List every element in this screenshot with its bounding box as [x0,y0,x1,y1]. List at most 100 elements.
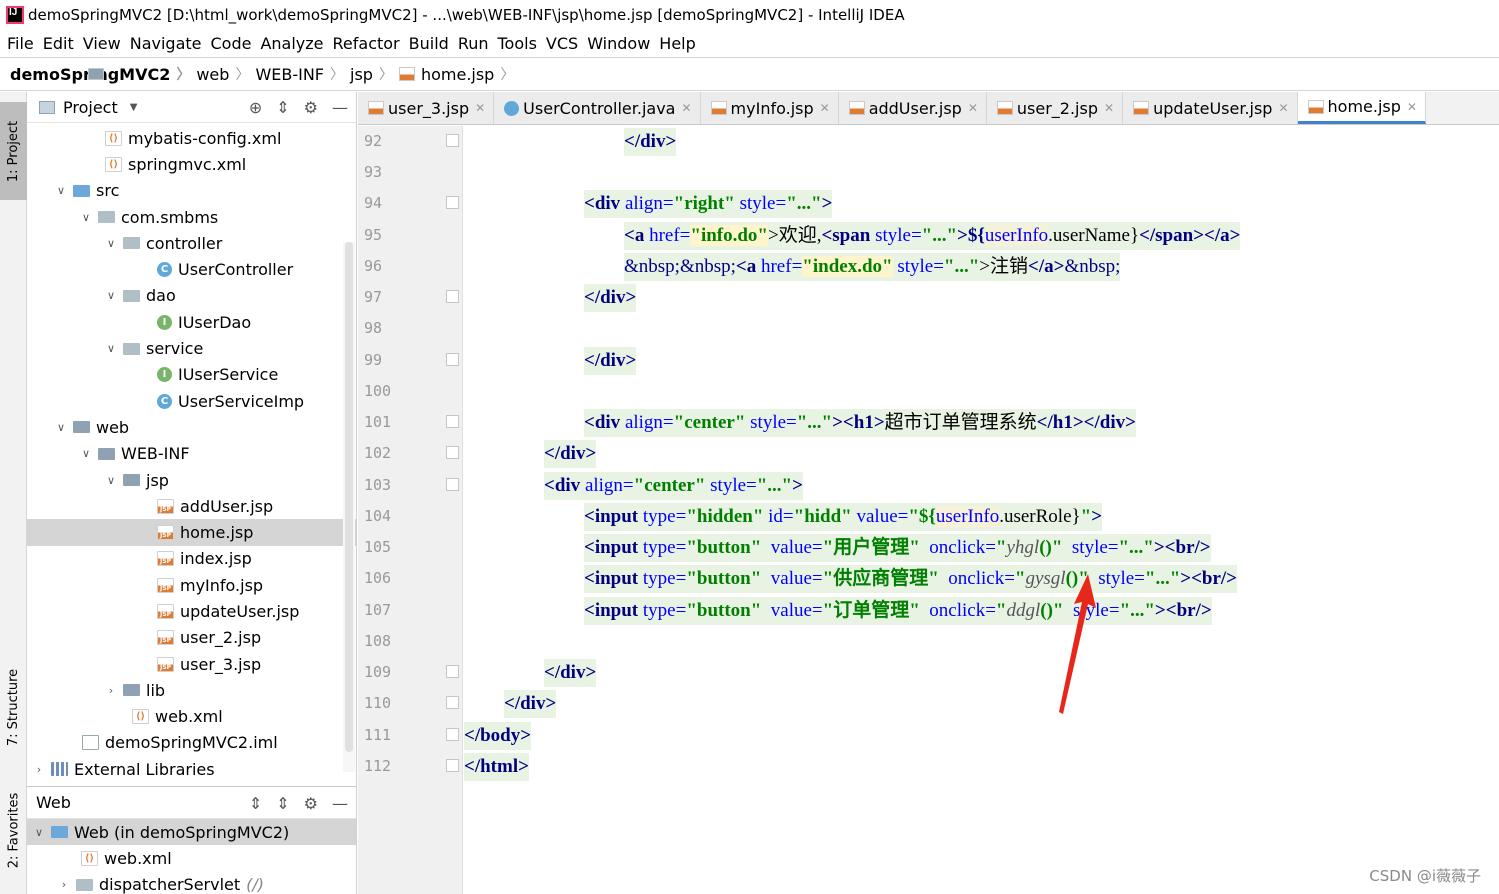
tree-item-updateuser-jsp[interactable]: JSP updateUser.jsp [27,598,356,624]
tool-tab-project[interactable]: 1: Project [0,102,27,200]
folder-icon [98,447,115,460]
close-icon[interactable]: ✕ [968,101,978,115]
tab-adduser-jsp[interactable]: addUser.jsp ✕ [838,92,987,124]
tab-myinfo-jsp[interactable]: myInfo.jsp ✕ [700,92,839,124]
code-editor[interactable]: 92 93 94 95 96 97 98 99 100 101 102 103 … [358,126,1499,894]
web-item-dispatcher-servlet[interactable]: › dispatcherServlet (/) [27,872,356,894]
gear-icon[interactable]: ⚙ [304,98,318,117]
chevron-right-icon[interactable]: › [56,878,72,891]
code-area[interactable]: </div> <div align="right" style="..."> <… [358,126,1499,894]
tab-updateuser-jsp[interactable]: updateUser.jsp ✕ [1123,92,1298,124]
tool-tab-favorites[interactable]: 2: Favorites [0,780,27,880]
close-icon[interactable]: ✕ [1407,100,1417,114]
chevron-down-icon[interactable]: ∨ [103,474,119,487]
menu-run[interactable]: Run [458,34,489,53]
tree-item-service[interactable]: ∨ service [27,335,356,361]
code-token: "..." [786,193,822,214]
tree-item-user3-jsp[interactable]: JSP user_3.jsp [27,651,356,677]
menu-view[interactable]: View [83,34,121,53]
project-panel-title[interactable]: Project [63,98,118,117]
code-token: "button" [686,568,762,589]
tree-item-iml[interactable]: demoSpringMVC2.iml [27,730,356,756]
tool-tab-structure[interactable]: 7: Structure [0,652,27,762]
tree-item-index-jsp[interactable]: JSP index.jsp [27,546,356,572]
tree-item-userserviceimp[interactable]: C UserServiceImp [27,388,356,414]
menu-vcs[interactable]: VCS [546,34,578,53]
menu-tools[interactable]: Tools [498,34,537,53]
tree-item-web[interactable]: ∨ web [27,414,356,440]
tree-item-dao[interactable]: ∨ dao [27,283,356,309]
chevron-right-icon[interactable]: › [31,763,47,776]
tree-item-controller[interactable]: ∨ controller [27,230,356,256]
breadcrumb-item-home-jsp[interactable]: home.jsp 〉 [398,64,514,84]
hide-icon[interactable]: — [332,98,348,117]
web-folder-icon [73,421,90,434]
tab-home-jsp[interactable]: home.jsp ✕ [1297,92,1426,124]
menu-help[interactable]: Help [659,34,695,53]
tab-usercontroller-java[interactable]: UserController.java ✕ [494,92,701,124]
gear-icon[interactable]: ⚙ [304,794,318,813]
close-icon[interactable]: ✕ [1278,101,1288,115]
tree-item-label: addUser.jsp [180,496,274,516]
web-facet-icon [51,826,68,839]
chevron-down-icon[interactable]: ∨ [78,447,94,460]
tree-item-web-xml[interactable]: ⟨⟩ web.xml [27,704,356,730]
menu-analyze[interactable]: Analyze [260,34,323,53]
menu-code[interactable]: Code [211,34,252,53]
code-token: ><br/> [1153,537,1211,558]
menu-window[interactable]: Window [587,34,650,53]
tree-item-adduser-jsp[interactable]: JSP addUser.jsp [27,493,356,519]
code-token: " [995,600,1007,621]
breadcrumb-item-web[interactable]: web 〉 [88,64,249,84]
chevron-down-icon[interactable]: ∨ [53,421,69,434]
code-token: <a [624,225,645,246]
tree-item-jsp[interactable]: ∨ jsp [27,467,356,493]
tab-user3-jsp[interactable]: user_3.jsp ✕ [358,92,495,124]
chevron-down-icon[interactable]: ∨ [31,826,47,839]
tree-item-home-jsp[interactable]: JSP home.jsp [27,519,356,546]
breadcrumb-item-web-inf[interactable]: WEB-INF 〉 [88,64,344,84]
tree-item-iuserdao[interactable]: I IUserDao [27,309,356,335]
close-icon[interactable]: ✕ [820,101,830,115]
chevron-down-icon[interactable]: ∨ [78,211,94,224]
chevron-down-icon[interactable]: ▼ [130,102,138,113]
menu-refactor[interactable]: Refactor [333,34,400,53]
tree-item-external-libraries[interactable]: › External Libraries [27,756,356,782]
tree-item-com-smbms[interactable]: ∨ com.smbms [27,204,356,230]
project-scrollbar-thumb[interactable] [345,242,353,752]
breadcrumb-item-jsp[interactable]: jsp 〉 [88,64,393,84]
tree-item-label: lib [146,680,166,700]
menu-build[interactable]: Build [409,34,449,53]
tree-item-user2-jsp[interactable]: JSP user_2.jsp [27,625,356,651]
tab-user2-jsp[interactable]: user_2.jsp ✕ [986,92,1124,124]
close-icon[interactable]: ✕ [475,101,485,115]
menu-edit[interactable]: Edit [43,34,74,53]
code-line-111: </body> [464,722,532,750]
iml-file-icon [82,735,99,751]
menu-file[interactable]: File [7,34,34,53]
expand-all-icon[interactable]: ⇕ [249,794,262,813]
collapse-all-icon[interactable]: ⇕ [276,98,289,117]
collapse-all-icon[interactable]: ⇕ [276,794,289,813]
tree-item-src[interactable]: ∨ src [27,178,356,204]
hide-icon[interactable]: — [332,794,348,813]
web-item-web-xml[interactable]: ⟨⟩ web.xml [27,845,356,871]
chevron-down-icon[interactable]: ∨ [53,184,69,197]
tree-item-iuserservice[interactable]: I IUserService [27,362,356,388]
menu-navigate[interactable]: Navigate [130,34,202,53]
web-item-web-facet[interactable]: ∨ Web (in demoSpringMVC2) [27,819,356,846]
close-icon[interactable]: ✕ [681,101,691,115]
tree-item-springmvc[interactable]: ⟨⟩ springmvc.xml [27,151,356,177]
tree-item-mybatis-config[interactable]: ⟨⟩ mybatis-config.xml [27,125,356,151]
locate-icon[interactable]: ⊕ [249,98,262,117]
chevron-down-icon[interactable]: ∨ [103,289,119,302]
tree-item-lib[interactable]: › lib [27,677,356,703]
chevron-right-icon[interactable]: › [103,684,119,697]
code-token: "button" [686,537,762,558]
close-icon[interactable]: ✕ [1104,101,1114,115]
tree-item-usercontroller[interactable]: C UserController [27,256,356,282]
tree-item-myinfo-jsp[interactable]: JSP myInfo.jsp [27,572,356,598]
chevron-down-icon[interactable]: ∨ [103,342,119,355]
tree-item-web-inf[interactable]: ∨ WEB-INF [27,441,356,467]
chevron-down-icon[interactable]: ∨ [103,237,119,250]
